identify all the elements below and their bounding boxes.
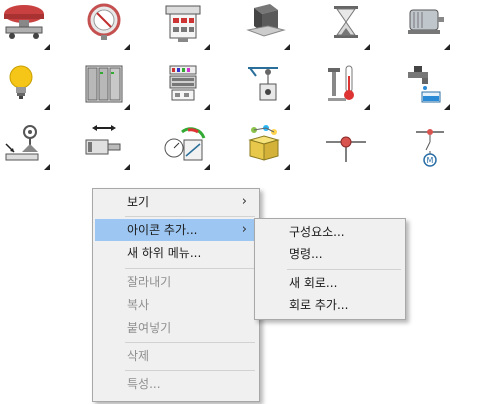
menu-item-view[interactable]: 보기 › bbox=[95, 191, 257, 213]
corner-marker bbox=[284, 44, 290, 50]
menu-item-label: 새 하위 메뉴... bbox=[127, 246, 202, 260]
corner-marker bbox=[364, 104, 370, 110]
terminal-block-icon[interactable] bbox=[162, 2, 210, 50]
corner-marker bbox=[444, 104, 450, 110]
corner-marker bbox=[204, 164, 210, 170]
menu-separator bbox=[287, 269, 401, 270]
menu-item-new-submenu[interactable]: 새 하위 메뉴... bbox=[95, 242, 257, 264]
corner-marker bbox=[284, 164, 290, 170]
emergency-stop-icon[interactable] bbox=[2, 2, 50, 50]
context-menu: 보기 › 아이콘 추가... › 새 하위 메뉴... 잘라내기 복사 붙여넣기… bbox=[92, 188, 260, 402]
gauge-dial-icon[interactable] bbox=[82, 2, 130, 50]
electric-motor-icon[interactable] bbox=[402, 2, 450, 50]
water-faucet-icon[interactable] bbox=[402, 62, 450, 110]
menu-separator bbox=[125, 370, 255, 371]
corner-marker bbox=[124, 164, 130, 170]
hourglass-icon[interactable] bbox=[322, 2, 370, 50]
corner-marker bbox=[204, 44, 210, 50]
linear-actuator-icon[interactable] bbox=[82, 122, 130, 170]
menu-item-label: 삭제 bbox=[127, 349, 150, 363]
light-bulb-icon[interactable] bbox=[2, 62, 50, 110]
submenu-item-label: 회로 추가... bbox=[289, 298, 349, 312]
submenu-item-label: 구성요소... bbox=[289, 225, 345, 239]
menu-item-label: 아이콘 추가... bbox=[127, 223, 198, 237]
submenu-item-label: 명령... bbox=[289, 247, 323, 261]
cabinet-rack-icon[interactable] bbox=[82, 62, 130, 110]
submenu-item-add-circuit[interactable]: 회로 추가... bbox=[257, 294, 403, 316]
menu-item-paste[interactable]: 붙여넣기 bbox=[95, 317, 257, 339]
add-icon-submenu: 구성요소... 명령... 새 회로... 회로 추가... bbox=[254, 218, 406, 320]
plc-module-icon[interactable] bbox=[162, 62, 210, 110]
corner-marker bbox=[444, 44, 450, 50]
menu-item-delete[interactable]: 삭제 bbox=[95, 345, 257, 367]
component-box-icon[interactable] bbox=[242, 122, 290, 170]
submenu-arrow-icon: › bbox=[241, 194, 247, 209]
corner-marker bbox=[124, 44, 130, 50]
menu-item-add-icon[interactable]: 아이콘 추가... › bbox=[95, 219, 257, 241]
connection-node-icon[interactable] bbox=[322, 122, 370, 170]
corner-marker bbox=[124, 104, 130, 110]
menu-separator bbox=[125, 268, 255, 269]
corner-marker bbox=[364, 44, 370, 50]
corner-marker bbox=[284, 104, 290, 110]
submenu-item-component[interactable]: 구성요소... bbox=[257, 221, 403, 243]
corner-marker bbox=[44, 44, 50, 50]
menu-item-label: 붙여넣기 bbox=[127, 321, 172, 335]
corner-marker bbox=[44, 104, 50, 110]
corner-marker bbox=[204, 104, 210, 110]
menu-item-properties[interactable]: 특성... bbox=[95, 373, 257, 395]
submenu-item-new-circuit[interactable]: 새 회로... bbox=[257, 272, 403, 294]
menu-item-label: 특성... bbox=[127, 377, 161, 391]
menu-item-label: 복사 bbox=[127, 298, 150, 312]
thermometer-icon[interactable] bbox=[322, 62, 370, 110]
submenu-item-label: 새 회로... bbox=[289, 276, 338, 290]
menu-separator bbox=[125, 342, 255, 343]
submenu-arrow-icon: › bbox=[241, 222, 247, 237]
menu-item-copy[interactable]: 복사 bbox=[95, 294, 257, 316]
instrument-panel-icon[interactable] bbox=[162, 122, 210, 170]
corner-marker bbox=[44, 164, 50, 170]
svg-text:M: M bbox=[427, 156, 434, 165]
cube-block-icon[interactable] bbox=[242, 2, 290, 50]
submenu-item-command[interactable]: 명령... bbox=[257, 243, 403, 265]
menu-item-label: 보기 bbox=[127, 195, 150, 209]
menu-item-label: 잘라내기 bbox=[127, 275, 172, 289]
crane-hoist-icon[interactable] bbox=[242, 62, 290, 110]
menu-separator bbox=[125, 216, 255, 217]
menu-item-cut[interactable]: 잘라내기 bbox=[95, 271, 257, 293]
motor-circuit-icon[interactable]: M bbox=[402, 122, 450, 170]
antenna-sensor-icon[interactable] bbox=[2, 122, 50, 170]
